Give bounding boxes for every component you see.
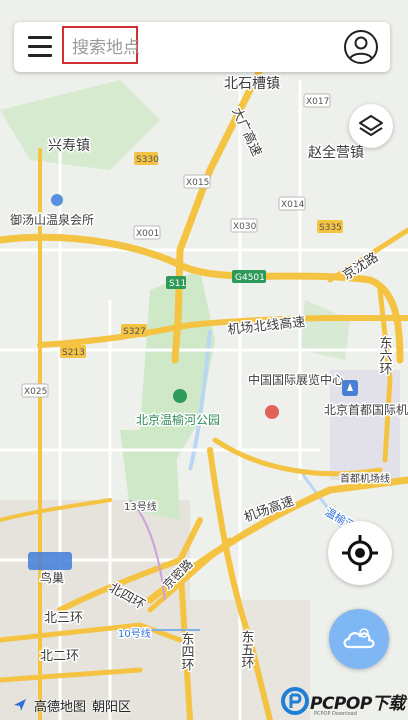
shield-s330: S330 — [136, 155, 159, 165]
label-dongliuhuan: 东六环 — [377, 336, 393, 375]
label-line13: 13号线 — [124, 500, 157, 513]
shield-x014: X014 — [281, 200, 305, 210]
label-expo-center: 中国国际展览中心 — [248, 372, 344, 387]
search-input[interactable] — [70, 34, 334, 62]
niaochao-marker-icon — [28, 552, 72, 570]
layers-button[interactable] — [349, 104, 393, 148]
label-dongsihuan: 东四环 — [179, 632, 195, 671]
label-beierhuan: 北二环 — [40, 649, 79, 664]
hot-spring-marker-icon — [51, 194, 63, 206]
navigation-arrow-icon — [14, 699, 26, 711]
label-dongwuhuan: 东五环 — [239, 630, 255, 669]
label-beishicao: 北石槽镇 — [224, 76, 280, 92]
watermark-logo-icon — [281, 687, 309, 715]
shield-x015: X015 — [186, 178, 209, 188]
shield-x001: X001 — [136, 229, 159, 239]
menu-bar-icon — [28, 36, 52, 39]
district-label: 朝阳区 — [92, 699, 132, 715]
weather-button[interactable] — [329, 609, 389, 669]
menu-bar-icon — [28, 54, 52, 57]
label-airport-line: 首都机场线 — [340, 472, 390, 485]
shield-s335: S335 — [319, 223, 342, 233]
weather-cloud-icon — [343, 628, 375, 649]
user-avatar-button[interactable] — [344, 30, 378, 64]
shield-x030: X030 — [233, 222, 257, 232]
crosshair-icon — [342, 535, 378, 571]
shield-s213: S213 — [62, 348, 85, 358]
search-bar — [14, 22, 390, 72]
user-icon — [349, 36, 373, 60]
shield-s11: S11 — [169, 279, 186, 289]
shield-x025: X025 — [24, 387, 47, 397]
shield-s327: S327 — [123, 327, 146, 337]
expo-marker-icon — [265, 405, 279, 419]
label-niaochao: 鸟巢 — [40, 570, 64, 585]
label-beijing-airport: 北京首都国际机场 — [324, 403, 408, 417]
menu-button[interactable] — [28, 36, 52, 58]
layers-icon — [359, 115, 383, 136]
shield-g4501: G4501 — [235, 273, 265, 283]
shield-x017: X017 — [306, 97, 329, 107]
label-yu-hot-spring: 御汤山温泉会所 — [10, 212, 94, 227]
label-xingshou: 兴寿镇 — [48, 137, 90, 154]
locate-button[interactable] — [328, 521, 392, 585]
watermark-sub: PCPOP Download — [314, 711, 357, 717]
watermark: PCPOP下载 PCPOP Download — [280, 682, 408, 720]
label-beisanhuan: 北三环 — [44, 611, 83, 626]
label-wenyu-park: 北京温榆河公园 — [136, 412, 220, 427]
label-line10: 10号线 — [118, 627, 151, 640]
map-logo: 高德地图 朝阳区 — [12, 696, 132, 715]
menu-bar-icon — [28, 45, 52, 48]
logo-text: 高德地图 — [34, 699, 87, 715]
park-marker-icon — [173, 389, 187, 403]
watermark-brand: PCPOP下载 — [310, 693, 405, 714]
